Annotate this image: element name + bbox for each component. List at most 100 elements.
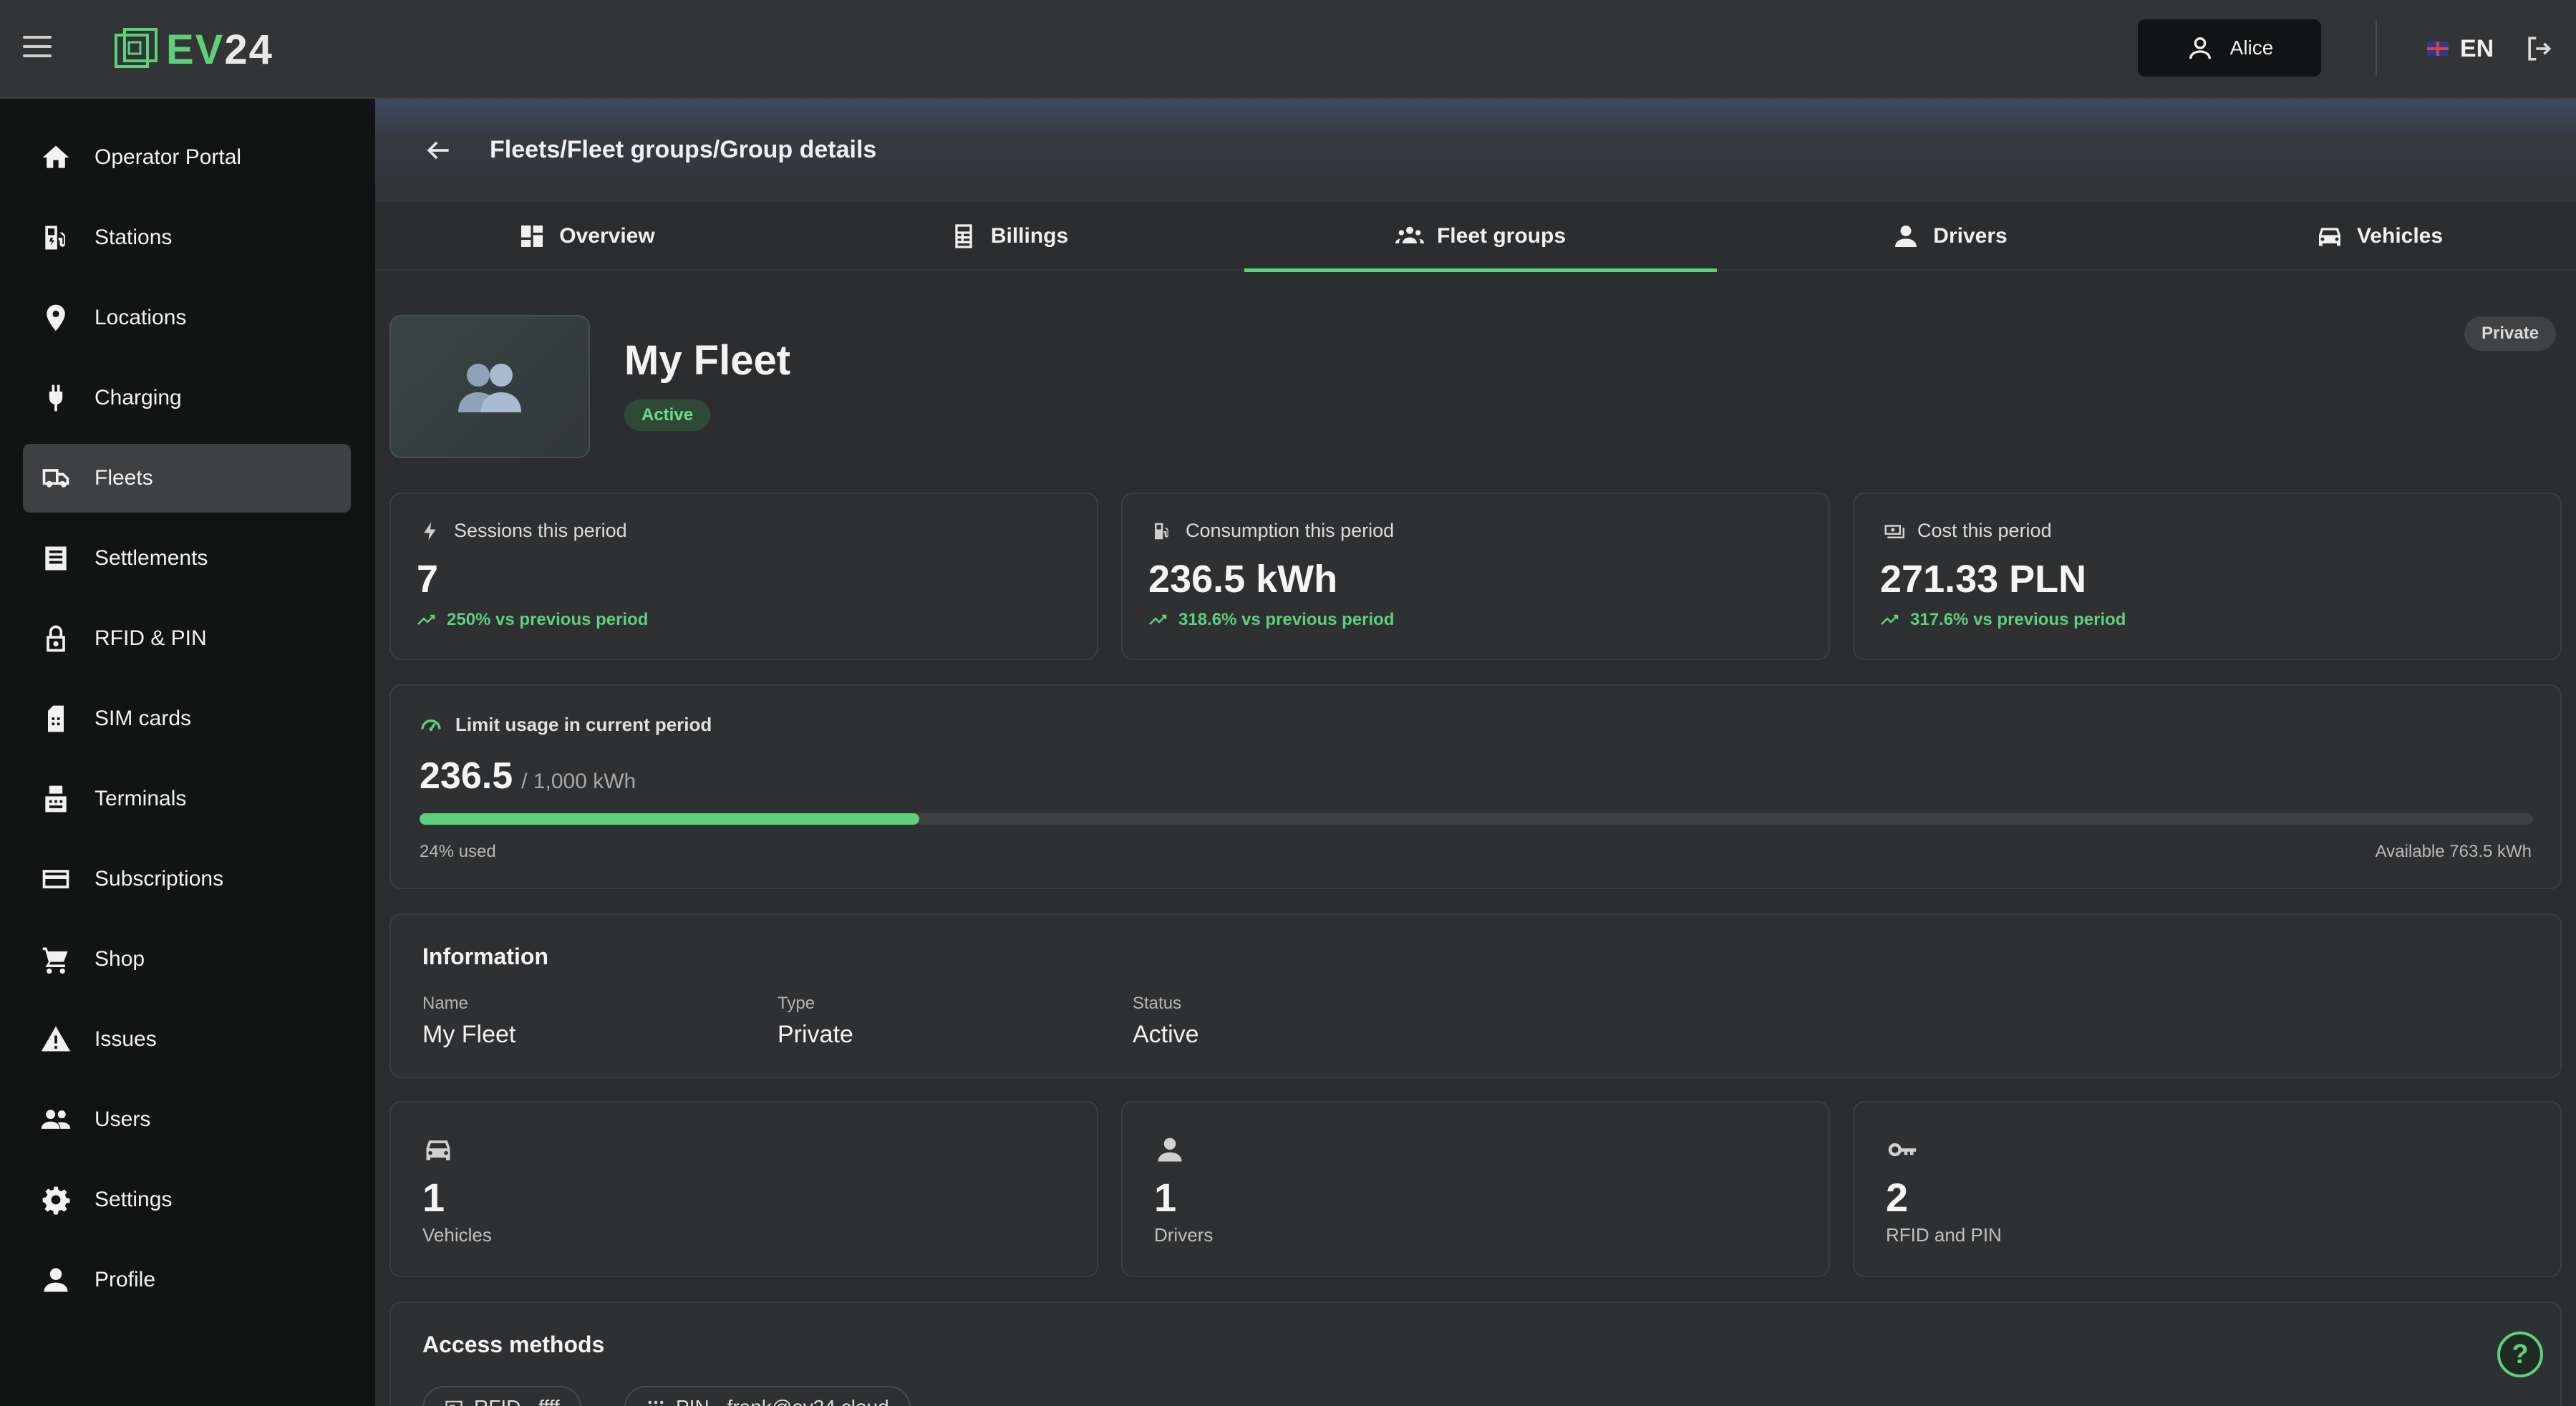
sidebar-item-label: Shop (95, 947, 145, 971)
limit-value: 236.5 / 1,000 kWh (420, 755, 636, 797)
sidebar-item-rfid-pin[interactable]: RFID & PIN (23, 604, 351, 673)
sidebar-item-subscriptions[interactable]: Subscriptions (23, 845, 351, 913)
speedometer-icon (421, 719, 441, 732)
back-arrow-icon[interactable] (421, 135, 455, 166)
limit-max: / 1,000 kWh (521, 770, 636, 793)
limit-available-text: Available 763.5 kWh (2375, 842, 2532, 861)
sidebar-item-label: Users (95, 1107, 151, 1131)
sidebar-item-label: Locations (95, 306, 187, 329)
fleet-avatar (389, 315, 590, 458)
limit-used-text: 24% used (420, 842, 496, 861)
limit-current: 236.5 (420, 755, 513, 797)
users-icon (40, 1104, 72, 1135)
menu-icon[interactable] (23, 36, 52, 62)
count-label: Vehicles (422, 1224, 492, 1246)
access-methods-card: Access methods RFID - ffff PIN - frank@e… (389, 1301, 2562, 1406)
sidebar-item-profile[interactable]: Profile (23, 1246, 351, 1314)
field-label: Type (778, 994, 815, 1013)
sidebar: Operator Portal Stations Locations Charg… (0, 99, 375, 1406)
section-title: Information (422, 944, 548, 969)
sidebar-item-terminals[interactable]: Terminals (23, 765, 351, 833)
sidebar-item-label: Settlements (95, 546, 208, 570)
tab-vehicles[interactable]: Vehicles (2182, 202, 2576, 271)
sidebar-item-operator-portal[interactable]: Operator Portal (23, 123, 351, 192)
sim-card-icon (40, 703, 72, 734)
count-value: 1 (422, 1175, 445, 1220)
sidebar-item-fleets[interactable]: Fleets (23, 444, 351, 513)
sidebar-item-label: Operator Portal (95, 145, 242, 169)
logo-text: EV24 (166, 26, 273, 73)
cart-icon (40, 944, 72, 975)
sidebar-item-sim-cards[interactable]: SIM cards (23, 684, 351, 753)
group-avatar-icon (458, 364, 521, 412)
top-bar: EV24 Alice EN (0, 0, 2576, 99)
ev-station-icon (1155, 523, 1168, 539)
car-icon (2318, 228, 2340, 246)
access-chip-rfid[interactable]: RFID - ffff (422, 1386, 581, 1406)
stat-card-consumption: Consumption this period 236.5 kWh 318.6%… (1121, 493, 1830, 660)
driver-icon (1154, 1134, 1186, 1165)
sidebar-item-settlements[interactable]: Settlements (23, 524, 351, 593)
sidebar-item-label: RFID & PIN (95, 626, 207, 650)
tab-billings[interactable]: Billings (798, 202, 1220, 271)
help-button[interactable]: ? (2497, 1332, 2543, 1377)
vehicles-count-card[interactable]: 1 Vehicles (389, 1101, 1098, 1277)
count-value: 1 (1154, 1175, 1177, 1220)
plug-icon (40, 382, 72, 414)
receipt-icon (40, 543, 72, 574)
field-value: Private (778, 1021, 853, 1048)
sidebar-item-issues[interactable]: Issues (23, 1005, 351, 1074)
divider (2376, 20, 2377, 76)
uk-flag-icon (2427, 42, 2449, 56)
limit-label: Limit usage in current period (420, 713, 712, 736)
limit-progress-fill (420, 813, 920, 825)
gear-icon (40, 1184, 72, 1216)
tab-drivers[interactable]: Drivers (1717, 202, 2182, 271)
car-icon (422, 1134, 454, 1165)
bolt-icon (424, 522, 436, 540)
tab-fleet-groups[interactable]: Fleet groups (1244, 202, 1717, 272)
user-menu-button[interactable]: Alice (2138, 19, 2321, 77)
user-name: Alice (2229, 37, 2274, 59)
logout-icon[interactable] (2523, 33, 2555, 64)
sidebar-item-settings[interactable]: Settings (23, 1165, 351, 1234)
sidebar-item-label: Profile (95, 1268, 156, 1291)
trend-up-icon (1881, 614, 1899, 625)
home-icon (40, 142, 72, 173)
person-outline-icon (2189, 37, 2211, 59)
key-icon (1886, 1134, 1917, 1165)
section-title: Access methods (422, 1332, 605, 1357)
sidebar-item-users[interactable]: Users (23, 1085, 351, 1154)
sidebar-item-shop[interactable]: Shop (23, 925, 351, 994)
field-label: Name (422, 994, 469, 1013)
warning-icon (40, 1024, 72, 1055)
sidebar-item-charging[interactable]: Charging (23, 364, 351, 432)
drivers-count-card[interactable]: 1 Drivers (1121, 1101, 1830, 1277)
tab-label: Vehicles (2356, 224, 2444, 248)
stat-value: 236.5 kWh (1148, 558, 1338, 601)
sidebar-item-locations[interactable]: Locations (23, 283, 351, 352)
billing-icon (955, 224, 972, 248)
dashboard-icon (521, 226, 543, 247)
tab-label: Fleet groups (1436, 224, 1566, 248)
logo-mark-icon (115, 28, 158, 68)
logo[interactable]: EV24 (112, 24, 273, 74)
info-field-status: Status Active (1133, 994, 1199, 1049)
language-selector[interactable]: EN (2427, 31, 2494, 66)
money-icon (1884, 524, 1904, 538)
rfid-count-card[interactable]: 2 RFID and PIN (1853, 1101, 2562, 1277)
driver-icon (1895, 226, 1917, 247)
tab-label: Billings (990, 224, 1069, 248)
trend-up-icon (417, 614, 435, 625)
info-field-name: Name My Fleet (422, 994, 515, 1049)
page-title: My Fleet (624, 337, 791, 384)
tab-overview[interactable]: Overview (375, 202, 798, 271)
access-chip-pin[interactable]: PIN - frank@ev24.cloud (624, 1386, 911, 1406)
sidebar-item-label: Settings (95, 1188, 173, 1211)
sidebar-item-label: Terminals (95, 787, 187, 810)
pin-icon (648, 1400, 664, 1405)
stat-value: 7 (417, 558, 439, 601)
count-label: RFID and PIN (1886, 1224, 2002, 1246)
sidebar-item-stations[interactable]: Stations (23, 203, 351, 272)
stat-card-sessions: Sessions this period 7 250% vs previous … (389, 493, 1098, 660)
